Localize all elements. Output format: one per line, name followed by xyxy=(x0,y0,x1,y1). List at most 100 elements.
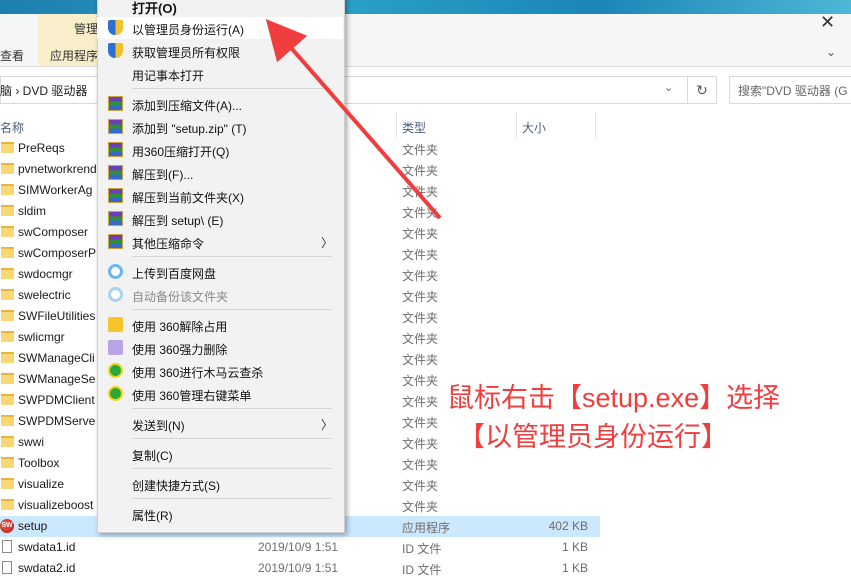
menu-item-label: 自动备份该文件夹 xyxy=(132,290,229,304)
menu-item-360-manage-menu[interactable]: 使用 360管理右键菜单 xyxy=(97,383,343,405)
folder-icon xyxy=(1,499,14,510)
menu-item-upload-baidu[interactable]: 上传到百度网盘 xyxy=(97,261,343,283)
chevron-down-icon[interactable]: ⌄ xyxy=(826,45,836,59)
baidu-cloud-icon xyxy=(108,264,123,279)
menu-item-add-to-archive[interactable]: 添加到压缩文件(A)... xyxy=(97,93,343,115)
solidworks-app-icon: SW xyxy=(0,519,14,533)
menu-item-take-ownership[interactable]: 获取管理员所有权限 xyxy=(97,40,343,62)
menu-item-other-zip[interactable]: 其他压缩命令 〉 xyxy=(97,231,343,253)
archive-icon xyxy=(108,188,123,203)
menu-item-label: 使用 360强力删除 xyxy=(132,343,228,357)
close-icon[interactable]: ✕ xyxy=(820,12,835,33)
folder-icon xyxy=(1,163,14,174)
file-type: 文件夹 xyxy=(402,227,439,241)
menu-item-label: 属性(R) xyxy=(132,509,173,523)
folder-icon xyxy=(1,331,14,342)
menu-item-open[interactable]: 打开(O) xyxy=(97,0,343,16)
chevron-down-icon[interactable]: ⌄ xyxy=(664,81,673,94)
refresh-icon: ↻ xyxy=(696,82,708,98)
menu-item-send-to[interactable]: 发送到(N) 〉 xyxy=(97,413,343,435)
shield-icon xyxy=(108,20,123,35)
file-type: ID 文件 xyxy=(402,542,442,556)
file-name: swComposer xyxy=(18,225,89,239)
file-name: SWFileUtilities xyxy=(18,309,96,323)
file-type: 文件夹 xyxy=(402,395,439,409)
refresh-button[interactable]: ↻ xyxy=(687,76,717,104)
folder-icon xyxy=(1,415,14,426)
menu-item-extract-to-setup[interactable]: 解压到 setup\ (E) xyxy=(97,208,343,230)
column-divider[interactable] xyxy=(396,112,397,138)
file-type: 文件夹 xyxy=(402,248,439,262)
menu-item-label: 解压到 setup\ (E) xyxy=(132,214,224,228)
menu-item-360-unlock[interactable]: 使用 360解除占用 xyxy=(97,314,343,336)
breadcrumb[interactable]: 脑 › DVD 驱动器 xyxy=(0,82,87,99)
menu-item-label: 用记事本打开 xyxy=(132,69,205,83)
folder-icon xyxy=(1,394,14,405)
menu-item-run-as-admin[interactable]: 以管理员身份运行(A) xyxy=(97,17,343,39)
column-header-name[interactable]: 名称 xyxy=(0,119,24,136)
menu-item-open-360zip[interactable]: 用360压缩打开(Q) xyxy=(97,139,343,161)
file-name: visualizeboost xyxy=(18,498,94,512)
tab-view[interactable]: 查看 xyxy=(0,47,24,64)
file-type: 文件夹 xyxy=(402,332,439,346)
menu-divider xyxy=(132,88,332,89)
menu-item-label: 用360压缩打开(Q) xyxy=(132,145,230,159)
tab-app-tools[interactable]: 应用程序 xyxy=(50,47,98,64)
menu-item-extract-to[interactable]: 解压到(F)... xyxy=(97,162,343,184)
menu-item-create-shortcut[interactable]: 创建快捷方式(S) xyxy=(97,473,343,495)
menu-item-360-trojan-scan[interactable]: 使用 360进行木马云查杀 xyxy=(97,360,343,382)
file-row[interactable]: swdata2.id 2019/10/9 1:51 ID 文件 1 KB xyxy=(0,558,600,579)
chevron-right-icon: 〉 xyxy=(320,236,333,250)
file-type: 文件夹 xyxy=(402,206,439,220)
file-name: swlicmgr xyxy=(18,330,65,344)
column-divider[interactable] xyxy=(516,112,517,138)
menu-item-label: 使用 360解除占用 xyxy=(132,320,228,334)
folder-icon xyxy=(1,142,14,153)
file-size: 1 KB xyxy=(561,561,588,575)
menu-item-copy[interactable]: 复制(C) xyxy=(97,443,343,465)
menu-item-360-force-delete[interactable]: 使用 360强力删除 xyxy=(97,337,343,359)
column-header-type[interactable]: 类型 xyxy=(402,119,426,136)
unlock-icon xyxy=(108,317,123,332)
tab-manage[interactable]: 管理 xyxy=(74,20,98,37)
file-type: 文件夹 xyxy=(402,164,439,178)
archive-icon xyxy=(108,211,123,226)
menu-item-open-notepad[interactable]: 用记事本打开 xyxy=(97,63,343,85)
file-type: 文件夹 xyxy=(402,374,439,388)
column-header-size[interactable]: 大小 xyxy=(522,119,546,136)
360-security-icon xyxy=(108,386,123,401)
menu-divider xyxy=(132,408,332,409)
file-name: SWPDMServe xyxy=(18,414,96,428)
file-name: PreReqs xyxy=(18,141,65,155)
folder-icon xyxy=(1,184,14,195)
folder-icon xyxy=(1,205,14,216)
annotation-line-2: 【以管理员身份运行】 xyxy=(458,422,728,452)
folder-icon xyxy=(1,352,14,363)
annotation-line-1: 鼠标右击【setup.exe】选择 xyxy=(447,383,781,413)
file-type: 文件夹 xyxy=(402,311,439,325)
file-type: 文件夹 xyxy=(402,437,439,451)
file-size: 1 KB xyxy=(561,540,588,554)
360-security-icon xyxy=(108,363,123,378)
file-name: swdocmgr xyxy=(18,267,73,281)
menu-item-add-to-zip[interactable]: 添加到 "setup.zip" (T) xyxy=(97,116,343,138)
column-divider[interactable] xyxy=(595,112,596,138)
file-size: 402 KB xyxy=(548,519,588,533)
archive-icon xyxy=(108,165,123,180)
folder-icon xyxy=(1,247,14,258)
folder-icon xyxy=(1,436,14,447)
file-row[interactable]: swdata1.id 2019/10/9 1:51 ID 文件 1 KB xyxy=(0,537,600,558)
file-name: SWManageSe xyxy=(18,372,96,386)
folder-icon xyxy=(1,226,14,237)
file-name: SWManageCli xyxy=(18,351,95,365)
menu-divider xyxy=(132,256,332,257)
menu-item-label: 解压到当前文件夹(X) xyxy=(132,191,244,205)
menu-item-extract-here[interactable]: 解压到当前文件夹(X) xyxy=(97,185,343,207)
menu-item-auto-backup: 自动备份该文件夹 xyxy=(97,284,343,306)
menu-item-properties[interactable]: 属性(R) xyxy=(97,503,343,525)
file-name: setup xyxy=(18,519,48,533)
file-type: 文件夹 xyxy=(402,500,439,514)
file-type: 文件夹 xyxy=(402,458,439,472)
menu-item-label: 添加到 "setup.zip" (T) xyxy=(132,122,247,136)
file-icon xyxy=(2,561,12,574)
